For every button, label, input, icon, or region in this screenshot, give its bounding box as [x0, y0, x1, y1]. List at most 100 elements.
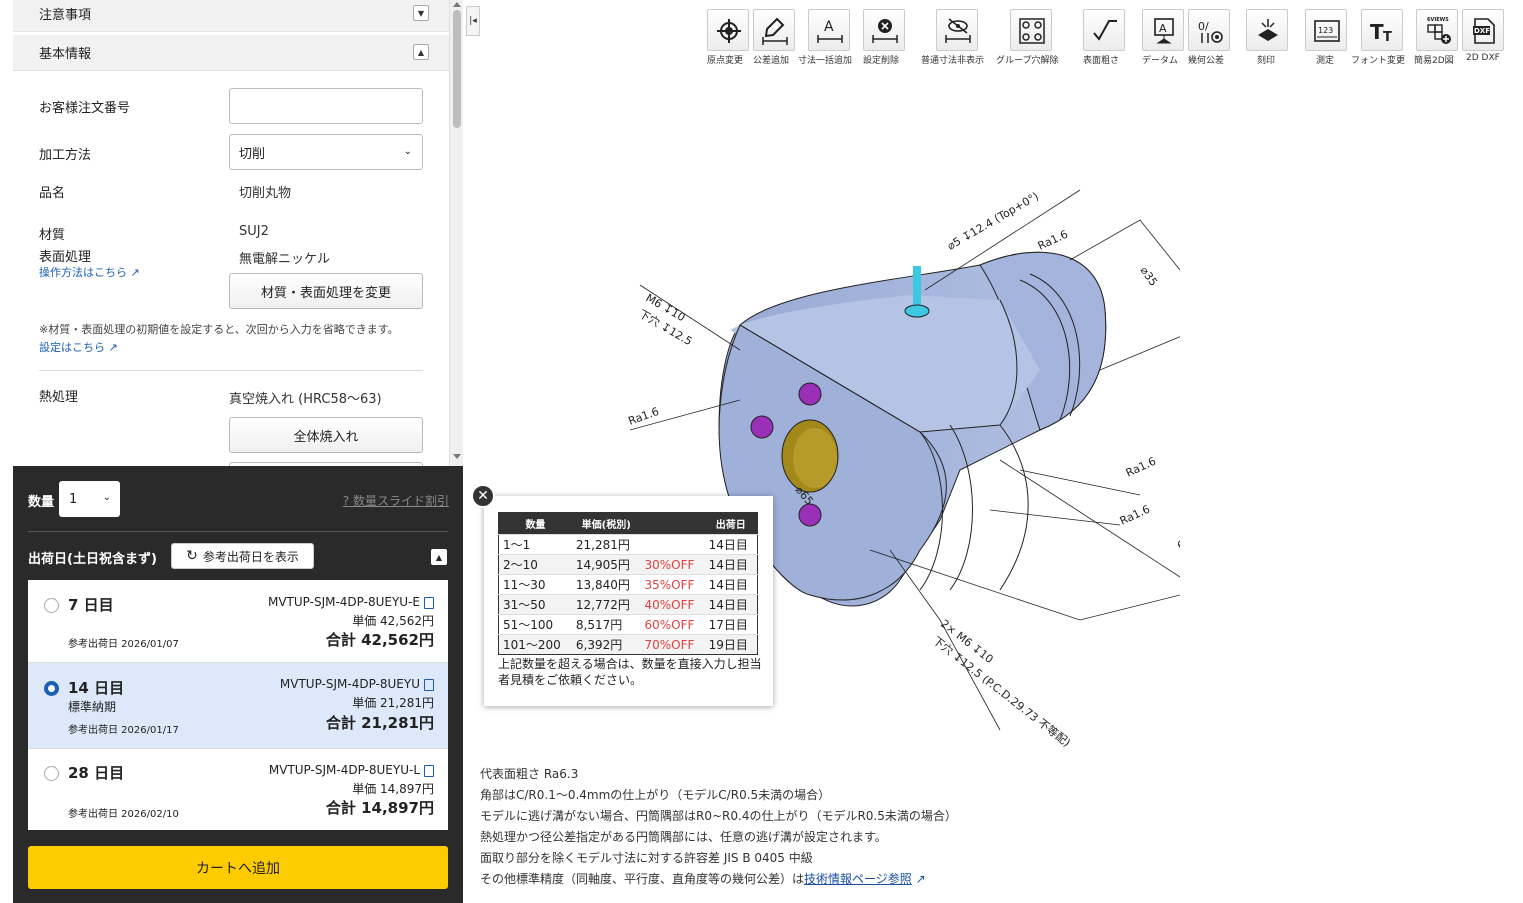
method-select[interactable]: 切削 ⌄: [229, 134, 423, 170]
tapped-hole: [798, 503, 822, 527]
top-hole: [904, 304, 930, 318]
delete-setting-icon[interactable]: [863, 9, 905, 51]
tool-label: 寸法一括追加: [798, 56, 853, 66]
ship-option[interactable]: 7 日目 参考出荷日 2026/01/07 MVTUP-SJM-4DP-8UEY…: [28, 580, 448, 663]
table-row: 51～100 8,517円 60%OFF 17日目: [498, 614, 758, 635]
standard-badge: 標準納期: [68, 700, 117, 714]
settings-link[interactable]: 設定はこちら ↗: [39, 339, 118, 355]
note-line: 角部はC/R0.1～0.4mmの仕上がり（モデルC/R0.5未満の場合）: [480, 788, 831, 802]
ship-option[interactable]: 14 日目 標準納期 参考出荷日 2026/01/17 MVTUP-SJM-4D…: [28, 663, 448, 749]
settings-panel: 注意事項 ▼ 基本情報 ▲ お客様注文番号 加工方法 切削 ⌄ 品名 切削丸物 …: [13, 0, 449, 466]
svg-text:T: T: [1370, 20, 1384, 44]
table-row: 1～1 21,281円 14日目: [498, 534, 758, 555]
spec-notes: 代表面粗さ Ra6.3 角部はC/R0.1～0.4mmの仕上がり（モデルC/R0…: [480, 764, 957, 890]
ref-date-button[interactable]: ↻ 参考出荷日を表示: [171, 543, 314, 569]
geometric-tolerance-icon[interactable]: 0/: [1188, 9, 1230, 51]
ship-option-list: 7 日目 参考出荷日 2026/01/07 MVTUP-SJM-4DP-8UEY…: [28, 580, 448, 830]
dimension-batch-icon[interactable]: A: [808, 9, 850, 51]
col-off: [640, 512, 705, 535]
svg-text:123: 123: [1318, 26, 1333, 35]
name-value: 切削丸物: [239, 186, 292, 201]
method-value: 切削: [239, 146, 266, 162]
heat-value: 真空焼入れ (HRC58～63): [229, 392, 382, 407]
engrave-icon[interactable]: [1246, 9, 1288, 51]
change-material-button[interactable]: 材質・表面処理を変更: [229, 273, 423, 309]
material-value: SUJ2: [239, 224, 269, 239]
ship-days: 7 日目: [68, 596, 114, 614]
note-line: モデルに逃げ溝がない場合、円筒隅部はR0~R0.4の仕上がり（モデルR0.5未満…: [480, 809, 957, 823]
surface-label: 表面処理: [39, 250, 92, 265]
tapped-hole: [798, 382, 822, 406]
ref-date: 参考出荷日 2026/02/10: [68, 809, 179, 820]
dxf-icon[interactable]: DXF: [1462, 9, 1504, 51]
method-label: 加工方法: [39, 148, 92, 163]
roughness-icon[interactable]: [1083, 9, 1125, 51]
tool-label: 幾何公差: [1188, 56, 1225, 66]
radio-button[interactable]: [44, 598, 59, 613]
svg-text:DXF: DXF: [1474, 27, 1490, 35]
tool-label: 表面粗さ: [1083, 56, 1120, 66]
diameter-35: ⌀35: [1138, 264, 1160, 288]
name-label: 品名: [39, 186, 66, 201]
tool-label: フォント変更: [1351, 56, 1406, 66]
six-views-icon[interactable]: 6VIEWS: [1416, 9, 1458, 51]
copy-icon[interactable]: [424, 765, 434, 777]
close-icon[interactable]: ✕: [471, 484, 495, 508]
chevron-down-icon: ⌄: [102, 492, 111, 503]
qty-select[interactable]: 1 ⌄: [59, 481, 120, 517]
tool-label: 公差追加: [753, 56, 790, 66]
table-row: 101～200 6,392円 70%OFF 19日目: [498, 634, 758, 655]
copy-icon[interactable]: [424, 679, 434, 691]
m6x2-pilot-note: 下穴 ↧12.5 (P.C.D.29.73 不等配): [930, 633, 1073, 749]
left-strip: [0, 0, 13, 903]
default-note: ※材質・表面処理の初期値を設定すると、次回から入力を省略できます。: [39, 323, 399, 336]
divider: [39, 370, 423, 371]
note-line: 熱処理かつ径公差指定がある円筒隅部には、任意の逃げ溝が設定されます。: [480, 830, 887, 844]
tool-label: 原点変更: [707, 56, 744, 66]
unit-price: 単価 14,897円: [352, 782, 434, 796]
divider: [28, 531, 448, 532]
price-popup: 数量 単価(税別) 出荷日 1～1 21,281円 14日目 2～10 14,905円…: [484, 496, 773, 706]
tool-label: 刻印: [1257, 56, 1276, 66]
radio-button[interactable]: [44, 681, 59, 696]
measure-icon[interactable]: 123: [1305, 9, 1347, 51]
help-icon: ?: [342, 494, 350, 508]
radio-button[interactable]: [44, 766, 59, 781]
toolbar: 原点変更 公差追加 A 寸法一括追加 設定削除 普通寸法非表示 グループ穴解除 …: [0, 9, 1523, 69]
panel-scrollbar[interactable]: [449, 0, 463, 466]
refresh-icon: ↻: [186, 548, 198, 564]
table-header-row: 数量 単価(税別) 出荷日: [498, 512, 758, 535]
tool-label: 普通寸法非表示: [921, 56, 985, 66]
tech-info-link[interactable]: 技術情報ページ参照: [804, 872, 912, 886]
table-row: 31～50 12,772円 40%OFF 14日目: [498, 594, 758, 615]
external-link-icon: ↗: [108, 341, 118, 354]
price-table: 数量 単価(税別) 出荷日 1～1 21,281円 14日目 2～10 14,905円…: [498, 512, 758, 655]
ship-option[interactable]: 28 日目 参考出荷日 2026/02/10 MVTUP-SJM-4DP-8UE…: [28, 749, 448, 830]
ra-label: Ra1.6: [1036, 228, 1070, 253]
origin-icon[interactable]: [707, 9, 749, 51]
tapped-hole: [750, 415, 774, 439]
tolerance-add-icon[interactable]: [753, 9, 795, 51]
unit-price: 単価 42,562円: [352, 614, 434, 628]
scroll-up-icon[interactable]: [453, 2, 461, 7]
collapse-icon[interactable]: ▲: [431, 549, 447, 565]
total-price: 合計 14,897円: [325, 799, 434, 817]
font-icon[interactable]: TT: [1361, 9, 1403, 51]
full-quench-button[interactable]: 全体焼入れ: [229, 417, 423, 453]
scroll-down-icon[interactable]: [453, 454, 461, 459]
hide-dimension-icon[interactable]: [936, 9, 978, 51]
add-to-cart-button[interactable]: カートへ追加: [28, 846, 448, 889]
ref-date: 参考出荷日 2026/01/17: [68, 725, 179, 736]
datum-icon[interactable]: A: [1142, 9, 1184, 51]
ra-label: Ra1.6: [1124, 455, 1158, 480]
external-link-icon: ↗: [130, 266, 140, 279]
svg-text:0/: 0/: [1198, 20, 1209, 33]
qty-slide-link[interactable]: ? 数量スライド割引: [343, 492, 449, 509]
ref-date: 参考出荷日 2026/01/07: [68, 639, 179, 650]
customer-order-input[interactable]: [229, 88, 423, 124]
group-hole-icon[interactable]: [1010, 9, 1052, 51]
howto-link[interactable]: 操作方法はこちら ↗: [39, 264, 140, 280]
svg-text:A: A: [824, 19, 834, 35]
external-link-icon: ↗: [915, 872, 926, 886]
copy-icon[interactable]: [424, 597, 434, 609]
